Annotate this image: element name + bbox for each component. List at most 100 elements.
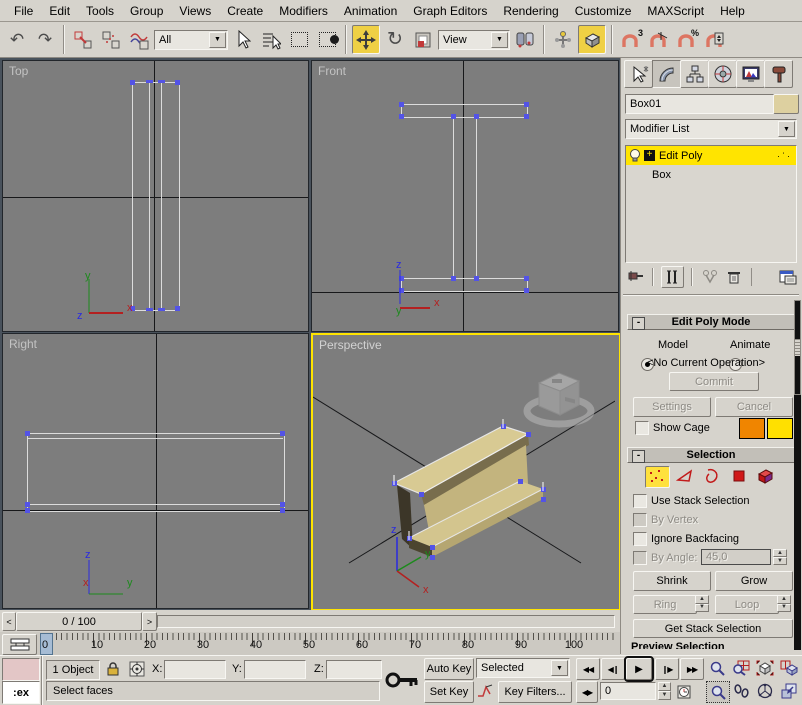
viewport-right-label[interactable]: Right [9, 337, 37, 351]
set-key-button[interactable]: Set Key [424, 681, 474, 703]
select-and-rotate-button[interactable]: ↻ [382, 26, 408, 53]
zoom-extents-all-button[interactable] [778, 658, 799, 678]
tab-display[interactable] [736, 60, 765, 88]
menu-group[interactable]: Group [122, 2, 171, 20]
use-stack-selection-label[interactable]: Use Stack Selection [651, 495, 749, 507]
ignore-backfacing-label[interactable]: Ignore Backfacing [651, 533, 739, 545]
select-by-name-button[interactable] [258, 26, 284, 53]
viewport-top-label[interactable]: Top [9, 64, 28, 78]
bind-to-spacewarp-button[interactable] [126, 26, 152, 53]
pan-view-button[interactable] [730, 681, 752, 701]
tab-modify[interactable] [652, 60, 681, 88]
snap-3d-button[interactable]: 3 [618, 26, 644, 53]
select-and-link-button[interactable] [70, 26, 96, 53]
percent-snap-button[interactable]: % [674, 26, 700, 53]
goto-end-button[interactable]: ▶▶ [680, 658, 704, 680]
track-bar[interactable]: 0 10 20 30 40 50 60 70 80 90 100 [0, 632, 620, 655]
polygon-mode-button[interactable] [727, 466, 750, 486]
time-slider-track[interactable] [157, 615, 615, 628]
commit-button[interactable]: Commit [669, 372, 759, 391]
menu-customize[interactable]: Customize [567, 2, 640, 20]
cage-color-swatch-yellow[interactable] [767, 418, 793, 439]
viewport-top[interactable]: Top y x z [2, 60, 309, 332]
maxscript-listener-pink[interactable] [2, 658, 40, 681]
rectangular-selection-region-button[interactable] [286, 26, 312, 53]
by-angle-spinner[interactable]: ▲▼ [773, 549, 787, 565]
select-and-manipulate-button[interactable] [550, 26, 576, 53]
ring-spinner[interactable]: ▲▼ [695, 595, 709, 612]
by-vertex-checkbox[interactable] [633, 513, 647, 527]
region-zoom-button[interactable] [706, 681, 730, 703]
use-stack-selection-checkbox[interactable] [633, 494, 647, 508]
select-and-scale-button[interactable] [410, 26, 436, 53]
show-end-result-button[interactable] [661, 266, 685, 288]
unlink-selection-button[interactable] [98, 26, 124, 53]
menu-rendering[interactable]: Rendering [495, 2, 566, 20]
use-pivot-center-button[interactable] [512, 26, 538, 53]
current-frame-field[interactable]: 0 [600, 682, 656, 700]
y-coordinate-field[interactable] [244, 660, 306, 679]
key-filters-button[interactable]: Key Filters... [498, 681, 572, 703]
previous-frame-button[interactable]: ◀❙ [601, 658, 625, 680]
stack-row-edit-poly[interactable]: + Edit Poly ·ʿ· [626, 146, 796, 165]
by-angle-checkbox[interactable] [633, 551, 647, 565]
vertex-mode-button[interactable] [645, 466, 670, 488]
redo-button[interactable]: ↷ [32, 26, 58, 53]
viewport-front[interactable]: Front z y x [311, 60, 619, 332]
modifier-list-combo[interactable]: Modifier List ▼ [625, 119, 797, 139]
pin-stack-button[interactable] [625, 267, 645, 287]
menu-graph-editors[interactable]: Graph Editors [405, 2, 495, 20]
next-frame-button[interactable]: ❙▶ [655, 658, 679, 680]
model-radio-label[interactable]: Model [658, 339, 688, 351]
panel-scrollbar-thumb[interactable] [794, 300, 801, 395]
panel-scrollbar[interactable] [794, 300, 801, 650]
undo-button[interactable]: ↶ [4, 26, 30, 53]
selection-filter-combo[interactable]: All ▼ [154, 30, 228, 50]
time-slider-handle[interactable]: 0 / 100 [16, 612, 142, 631]
zoom-button[interactable] [706, 658, 728, 678]
select-and-move-button[interactable] [352, 25, 380, 54]
element-mode-button[interactable] [753, 466, 776, 486]
stack-row-box[interactable]: Box [626, 165, 796, 184]
maximize-viewport-toggle-button[interactable] [778, 681, 799, 701]
edge-mode-button[interactable] [673, 466, 696, 486]
key-filter-selected-combo[interactable]: Selected ▼ [476, 658, 570, 678]
expand-icon[interactable]: + [644, 150, 655, 161]
viewport-front-label[interactable]: Front [318, 64, 346, 78]
loop-spinner[interactable]: ▲▼ [777, 595, 791, 612]
menu-views[interactable]: Views [171, 2, 219, 20]
time-slider-prev-button[interactable]: < [2, 612, 16, 631]
collapse-icon[interactable]: - [632, 450, 645, 463]
snaps-toggle-button[interactable] [578, 25, 606, 54]
menu-file[interactable]: File [6, 2, 41, 20]
auto-key-button[interactable]: Auto Key [424, 658, 474, 680]
selection-lock-button[interactable] [104, 660, 122, 678]
maxscript-listener-white[interactable]: :ex [2, 681, 40, 704]
angle-snap-button[interactable] [646, 26, 672, 53]
frame-spinner[interactable]: ▲▼ [658, 682, 671, 700]
menu-animation[interactable]: Animation [336, 2, 405, 20]
ring-button[interactable]: Ring [633, 595, 697, 614]
zoom-extents-button[interactable] [754, 658, 776, 678]
ignore-backfacing-checkbox[interactable] [633, 532, 647, 546]
z-coordinate-field[interactable] [326, 660, 382, 679]
menu-edit[interactable]: Edit [41, 2, 78, 20]
by-angle-field[interactable]: 45,0 [701, 549, 771, 565]
spinner-snap-button[interactable] [702, 26, 728, 53]
reference-coordinate-combo[interactable]: View ▼ [438, 30, 510, 50]
goto-start-button[interactable]: ◀◀ [576, 658, 600, 680]
collapse-icon[interactable]: - [632, 317, 645, 330]
show-cage-checkbox[interactable] [635, 421, 649, 435]
object-color-swatch[interactable] [773, 94, 799, 114]
rollout-edit-poly-mode-header[interactable]: - Edit Poly Mode [627, 314, 795, 330]
make-unique-button[interactable] [700, 267, 720, 287]
tab-hierarchy[interactable] [680, 60, 709, 88]
menu-tools[interactable]: Tools [78, 2, 122, 20]
window-crossing-button[interactable] [314, 26, 340, 53]
settings-button[interactable]: Settings [633, 397, 711, 417]
show-cage-label[interactable]: Show Cage [653, 422, 710, 434]
mini-curve-editor-button[interactable] [2, 634, 37, 655]
loop-button[interactable]: Loop [715, 595, 779, 614]
tab-motion[interactable] [708, 60, 737, 88]
tab-create[interactable] [624, 60, 653, 88]
